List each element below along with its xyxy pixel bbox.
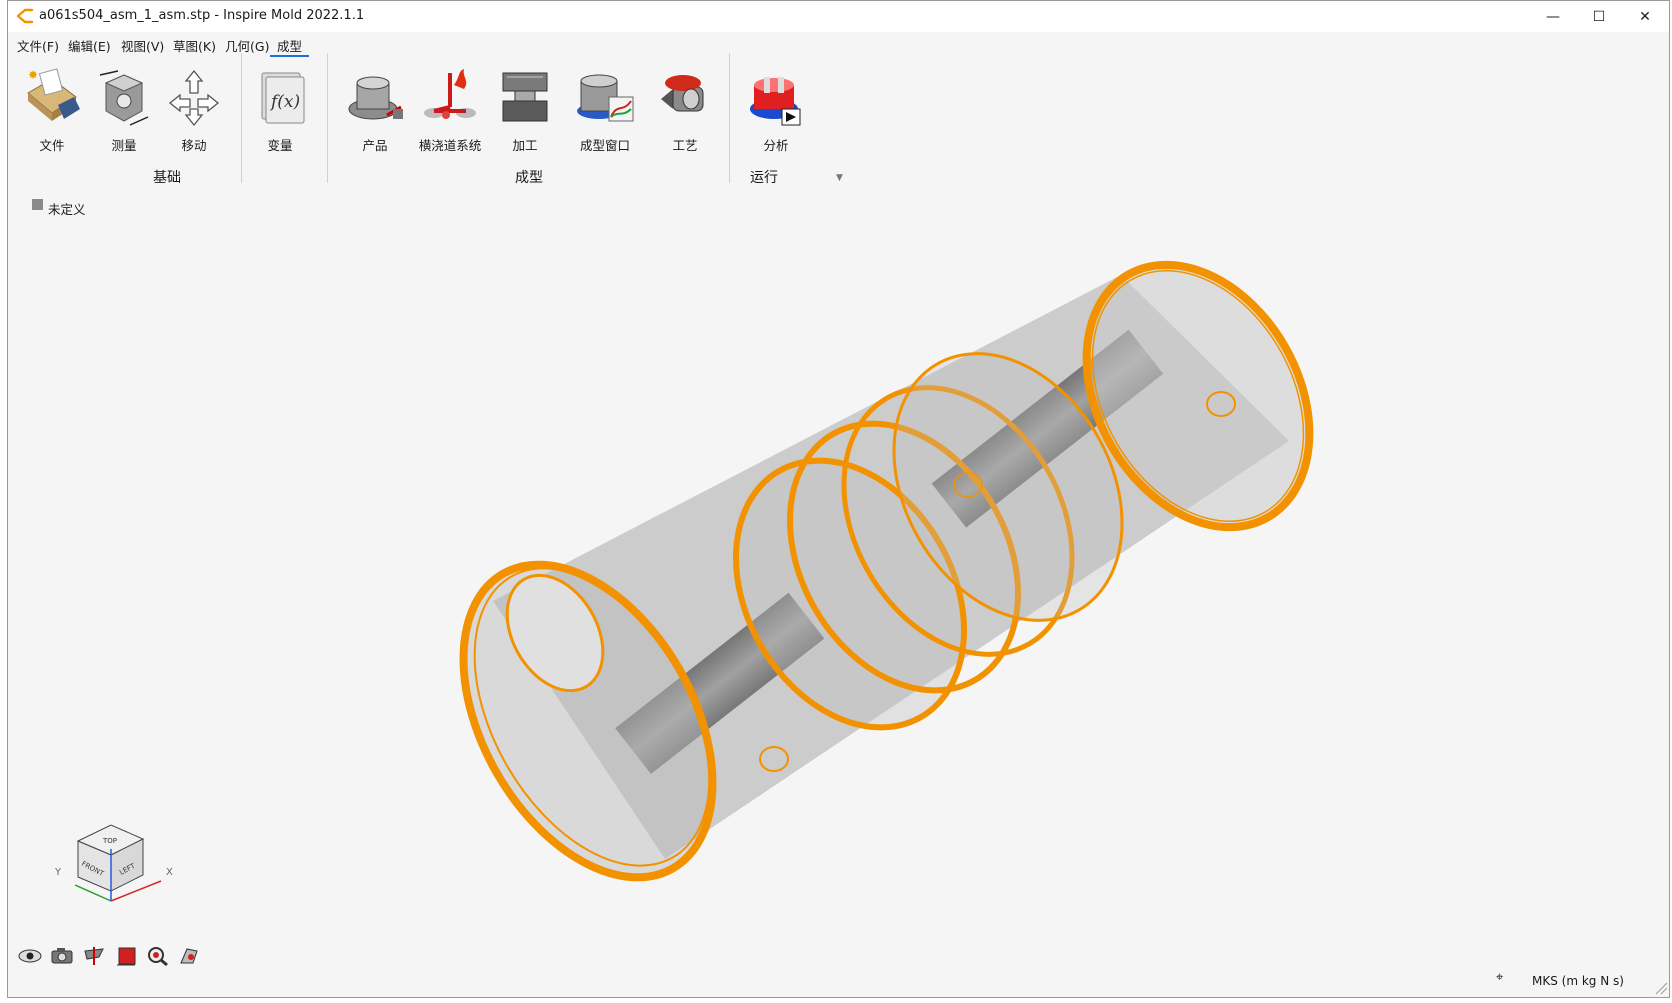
file-folder-icon: ✸ — [27, 68, 80, 121]
visibility-eye-icon — [18, 949, 42, 963]
analysis-button-label: 分析 — [763, 138, 789, 153]
crosshair-icon[interactable]: ⌖ — [1496, 970, 1503, 985]
minimize-button[interactable]: — — [1530, 1, 1576, 32]
menu-edit[interactable]: 编辑(E) — [66, 36, 113, 55]
product-button-label: 产品 — [362, 138, 388, 153]
machining-button[interactable]: 加工 — [490, 67, 560, 154]
menu-view[interactable]: 视图(V) — [119, 36, 166, 55]
measure-button[interactable]: 测量 — [89, 67, 159, 154]
menu-geometry[interactable]: 几何(G) — [223, 36, 271, 55]
camera-button[interactable] — [48, 943, 76, 969]
measure-icon — [99, 70, 149, 126]
ribbon-separator — [327, 53, 328, 183]
file-button-label: 文件 — [39, 138, 65, 153]
variable-button-label: 变量 — [267, 138, 293, 153]
maximize-button[interactable]: ☐ — [1576, 1, 1622, 32]
zoom-button[interactable] — [144, 943, 172, 969]
process-button[interactable]: 工艺 — [650, 67, 720, 154]
machining-icon — [502, 72, 548, 122]
menu-bar: 文件(F) 编辑(E) 视图(V) 草图(K) 几何(G) 成型 — [8, 34, 1669, 57]
app-window: a061s504_asm_1_asm.stp - Inspire Mold 20… — [7, 0, 1670, 998]
view-cube[interactable]: TOP FRONT LEFT Y X — [43, 809, 183, 919]
runner-system-button[interactable]: 横浇道系统 — [415, 67, 485, 154]
group-label-basic: 基础 — [153, 170, 181, 186]
runner-system-icon — [424, 69, 476, 119]
machining-button-label: 加工 — [512, 138, 538, 153]
runner-system-button-label: 横浇道系统 — [418, 138, 482, 153]
file-button[interactable]: ✸ 文件 — [17, 67, 87, 154]
mold-part-model[interactable] — [412, 225, 1355, 921]
window-title: a061s504_asm_1_asm.stp - Inspire Mold 20… — [39, 8, 365, 23]
menu-sketch[interactable]: 草图(K) — [171, 36, 218, 55]
units-display[interactable]: MKS (m kg N s) — [1532, 974, 1624, 988]
svg-text:✸: ✸ — [28, 68, 38, 82]
analysis-button[interactable]: 分析 — [741, 67, 811, 154]
move-button-label: 移动 — [181, 138, 207, 153]
product-icon — [348, 76, 403, 120]
tree-color-swatch — [32, 199, 43, 210]
resize-grip-icon[interactable] — [1654, 981, 1668, 995]
move-icon — [168, 69, 220, 127]
view-3d-icon — [180, 948, 198, 964]
ribbon-separator — [241, 53, 242, 183]
group-label-run[interactable]: 运行 — [750, 167, 778, 187]
zoom-icon — [148, 947, 168, 967]
group-label-molding: 成型 — [515, 170, 543, 186]
molding-window-button-label: 成型窗口 — [579, 138, 630, 153]
axis-x-label: X — [166, 867, 173, 878]
section-view-button[interactable] — [80, 943, 108, 969]
molding-window-icon — [577, 74, 634, 122]
section-view-icon — [84, 947, 104, 965]
box-select-icon — [117, 947, 136, 966]
axis-y-label: Y — [54, 867, 62, 878]
view-cube-top-label[interactable]: TOP — [102, 837, 117, 845]
camera-icon — [51, 948, 73, 964]
tree-item-undefined[interactable]: 未定义 — [48, 199, 86, 218]
molding-window-button[interactable]: 成型窗口 — [570, 67, 640, 154]
svg-text:f(x): f(x) — [269, 92, 300, 112]
menu-molding-tab[interactable]: 成型 — [270, 36, 310, 57]
inspire-logo-icon — [16, 8, 34, 24]
product-button[interactable]: 产品 — [340, 67, 410, 154]
analysis-icon — [750, 77, 801, 126]
close-button[interactable]: ✕ — [1622, 1, 1668, 32]
ribbon-separator — [729, 53, 730, 183]
process-icon — [661, 75, 704, 112]
variable-fx-icon: f(x) — [261, 72, 305, 124]
move-button[interactable]: 移动 — [159, 67, 229, 154]
process-button-label: 工艺 — [672, 138, 698, 153]
visibility-eye-button[interactable] — [16, 943, 44, 969]
title-bar: a061s504_asm_1_asm.stp - Inspire Mold 20… — [8, 1, 1669, 32]
box-select-button[interactable] — [112, 943, 140, 969]
run-dropdown-icon[interactable]: ▼ — [836, 173, 843, 183]
menu-file[interactable]: 文件(F) — [15, 36, 61, 55]
variable-button[interactable]: f(x) 变量 — [245, 67, 315, 154]
measure-button-label: 测量 — [111, 138, 137, 153]
view-3d-button[interactable] — [176, 943, 204, 969]
